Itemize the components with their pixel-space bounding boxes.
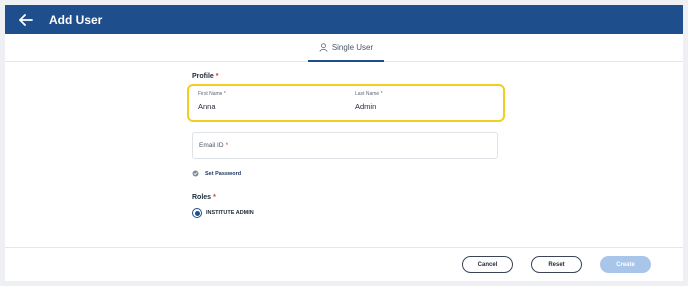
last-name-label: Last Name * xyxy=(355,91,383,97)
check-circle-icon xyxy=(192,170,199,177)
email-field[interactable]: Email ID * xyxy=(192,132,498,159)
set-password-toggle[interactable]: Set Password xyxy=(192,170,241,177)
arrow-left-icon xyxy=(19,13,33,26)
last-name-field[interactable]: Last Name * Admin xyxy=(346,86,501,120)
email-label: Email ID * xyxy=(199,142,228,149)
set-password-label: Set Password xyxy=(205,170,242,177)
radio-button[interactable] xyxy=(192,208,202,218)
tab-bar: Single User xyxy=(5,34,683,62)
last-name-value: Admin xyxy=(355,102,377,111)
user-icon xyxy=(319,42,328,52)
profile-label-text: Profile xyxy=(192,73,214,80)
first-name-value: Anna xyxy=(198,102,216,111)
profile-section-label: Profile * xyxy=(192,73,219,80)
role-option-label: INSTITUTE ADMIN xyxy=(206,210,254,216)
form-footer: Cancel Reset Create xyxy=(5,247,683,281)
tab-label: Single User xyxy=(331,42,374,52)
first-name-field[interactable]: First Name * Anna xyxy=(189,86,344,120)
cancel-button[interactable]: Cancel xyxy=(462,256,513,273)
roles-label-text: Roles xyxy=(192,194,212,201)
first-name-label: First Name * xyxy=(198,91,226,97)
tab-single-user[interactable]: Single User xyxy=(308,34,384,62)
required-mark: * xyxy=(225,142,229,149)
email-label-text: Email ID xyxy=(199,142,224,149)
add-user-card: Add User Single User Profile * First Name… xyxy=(5,5,683,281)
create-button[interactable]: Create xyxy=(600,256,651,273)
back-button[interactable] xyxy=(15,9,37,31)
page-title: Add User xyxy=(49,12,103,27)
role-option-institute-admin[interactable]: INSTITUTE ADMIN xyxy=(192,208,254,218)
roles-section-label: Roles * xyxy=(192,194,216,201)
required-mark: * xyxy=(213,194,216,201)
name-fields-group: First Name * Anna Last Name * Admin xyxy=(187,84,505,122)
reset-button[interactable]: Reset xyxy=(531,256,582,273)
radio-selected-dot xyxy=(194,210,200,216)
required-mark: * xyxy=(215,73,219,80)
app-header: Add User xyxy=(5,5,683,34)
